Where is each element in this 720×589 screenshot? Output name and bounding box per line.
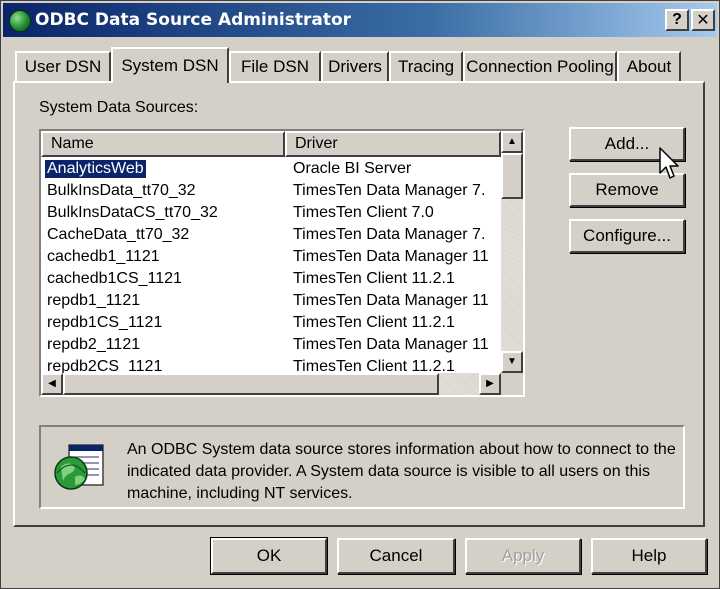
tab-file-dsn[interactable]: File DSN	[229, 51, 321, 81]
ok-button[interactable]: OK	[210, 537, 328, 575]
row-driver: TimesTen Client 11.2.1	[293, 314, 455, 331]
row-driver: TimesTen Data Manager 7.	[293, 226, 486, 243]
row-name: CacheData_tt70_32	[47, 226, 190, 243]
table-row[interactable]: AnalyticsWeb Oracle BI Server	[41, 159, 501, 181]
info-text: An ODBC System data source stores inform…	[127, 441, 676, 502]
row-name: cachedb1_1121	[47, 248, 160, 265]
window-title: ODBC Data Source Administrator	[35, 10, 352, 30]
row-name: BulkInsData_tt70_32	[47, 182, 196, 199]
info-group: An ODBC System data source stores inform…	[39, 425, 685, 509]
vertical-scroll-thumb[interactable]	[501, 153, 523, 199]
row-name: cachedb1CS_1121	[47, 270, 182, 287]
row-name: AnalyticsWeb	[44, 159, 147, 179]
tab-user-dsn[interactable]: User DSN	[15, 51, 111, 81]
tab-connection-pooling[interactable]: Connection Pooling	[463, 51, 617, 81]
row-name: repdb1_1121	[47, 292, 141, 309]
row-name: BulkInsDataCS_tt70_32	[47, 204, 218, 221]
horizontal-scrollbar[interactable]: ◀ ▶	[41, 373, 501, 395]
table-row[interactable]: repdb1_1121 TimesTen Data Manager 11	[41, 291, 501, 313]
scroll-down-arrow-icon[interactable]: ▼	[501, 351, 523, 373]
scroll-up-arrow-icon[interactable]: ▲	[501, 131, 523, 153]
apply-button[interactable]: Apply	[465, 538, 581, 574]
list-rows: AnalyticsWeb Oracle BI Server BulkInsDat…	[41, 159, 501, 379]
row-driver: TimesTen Data Manager 11	[293, 292, 489, 309]
row-driver: TimesTen Data Manager 11	[293, 336, 489, 353]
tab-tracing[interactable]: Tracing	[389, 51, 463, 81]
horizontal-scroll-thumb[interactable]	[63, 373, 439, 395]
row-name: repdb1CS_1121	[47, 314, 163, 331]
tab-drivers[interactable]: Drivers	[321, 51, 389, 81]
row-driver: TimesTen Data Manager 7.	[293, 182, 486, 199]
cancel-button[interactable]: Cancel	[337, 538, 455, 574]
column-header-driver[interactable]: Driver	[285, 131, 501, 157]
vertical-scrollbar[interactable]: ▲ ▼	[501, 131, 523, 373]
table-row[interactable]: cachedb1_1121 TimesTen Data Manager 11	[41, 247, 501, 269]
scrollbar-corner	[501, 373, 523, 395]
help-button[interactable]: Help	[591, 538, 707, 574]
odbc-data-source-icon	[54, 444, 104, 490]
odbc-dialog: ODBC Data Source Administrator ? ✕ User …	[0, 0, 720, 589]
scroll-left-arrow-icon[interactable]: ◀	[41, 373, 63, 395]
close-caption-button[interactable]: ✕	[691, 9, 715, 31]
scroll-right-arrow-icon[interactable]: ▶	[479, 373, 501, 395]
tab-system-dsn[interactable]: System DSN	[111, 47, 229, 83]
table-row[interactable]: BulkInsDataCS_tt70_32 TimesTen Client 7.…	[41, 203, 501, 225]
column-header-name[interactable]: Name	[41, 131, 285, 157]
table-row[interactable]: CacheData_tt70_32 TimesTen Data Manager …	[41, 225, 501, 247]
row-driver: Oracle BI Server	[293, 160, 412, 177]
odbc-globe-icon	[9, 10, 31, 32]
row-name: repdb2_1121	[47, 336, 141, 353]
tab-about[interactable]: About	[617, 51, 681, 81]
row-driver: TimesTen Client 7.0	[293, 204, 434, 221]
row-driver: TimesTen Data Manager 11	[293, 248, 489, 265]
table-row[interactable]: repdb2_1121 TimesTen Data Manager 11	[41, 335, 501, 357]
table-row[interactable]: cachedb1CS_1121 TimesTen Client 11.2.1	[41, 269, 501, 291]
table-row[interactable]: BulkInsData_tt70_32 TimesTen Data Manage…	[41, 181, 501, 203]
mouse-pointer-icon	[659, 147, 679, 179]
table-row[interactable]: repdb1CS_1121 TimesTen Client 11.2.1	[41, 313, 501, 335]
row-driver: TimesTen Client 11.2.1	[293, 270, 455, 287]
configure-button[interactable]: Configure...	[569, 219, 685, 253]
list-header: Name Driver	[41, 131, 501, 157]
data-source-list[interactable]: Name Driver AnalyticsWeb Oracle BI Serve…	[39, 129, 525, 397]
help-caption-button[interactable]: ?	[665, 9, 689, 31]
system-data-sources-label: System Data Sources:	[39, 99, 199, 116]
title-bar[interactable]: ODBC Data Source Administrator ? ✕	[3, 3, 717, 37]
